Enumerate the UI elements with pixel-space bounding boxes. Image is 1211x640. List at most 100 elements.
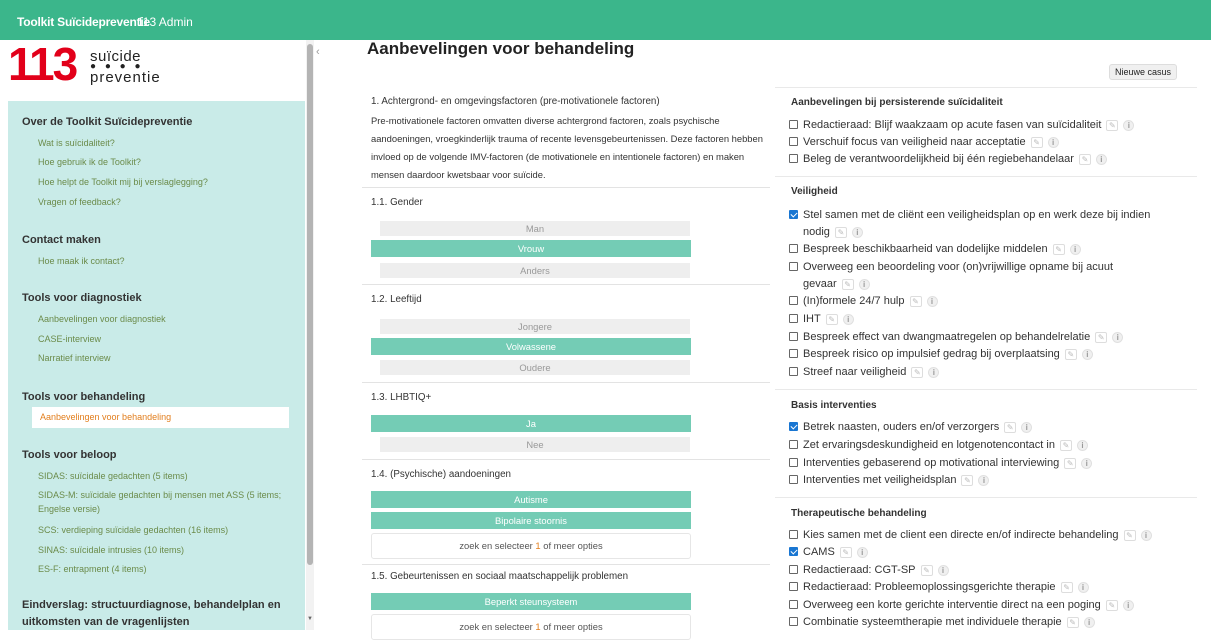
rec-item[interactable]: Bespreek risico op impulsief gedrag bij … [789,346,1184,362]
info-icon[interactable]: i [978,475,990,486]
edit-icon[interactable]: ✎ [841,279,854,290]
checkbox[interactable] [789,458,798,467]
edit-icon[interactable]: ✎ [1060,582,1073,593]
checkbox[interactable] [789,582,798,591]
conditions-search-input[interactable]: zoek en selecteer 1 of meer opties [371,533,691,559]
checkbox[interactable] [789,154,798,163]
checkbox[interactable] [789,367,798,376]
checkbox-checked[interactable] [789,422,798,431]
nav-section-about[interactable]: Over de Toolkit Suïcidepreventie [22,116,192,128]
gender-option-man[interactable]: Man [380,221,690,236]
edit-icon[interactable]: ✎ [1064,349,1077,360]
nav-item-case-interview[interactable]: CASE-interview [38,334,101,344]
edit-icon[interactable]: ✎ [1059,440,1072,451]
rec-item[interactable]: Interventies met veiligheidsplan ✎ i [789,472,1184,488]
age-option-oudere[interactable]: Oudere [380,360,690,375]
info-icon[interactable]: i [1112,332,1124,343]
checkbox[interactable] [789,244,798,253]
rec-item[interactable]: Verschuif focus van veiligheid naar acce… [789,134,1184,150]
checkbox[interactable] [789,475,798,484]
rec-item[interactable]: Zet ervaringsdeskundigheid en lotgenoten… [789,437,1184,453]
rec-item[interactable]: Betrek naasten, ouders en/of verzorgers ✎… [789,419,1184,435]
edit-icon[interactable]: ✎ [839,547,852,558]
info-icon[interactable]: i [856,547,868,558]
gender-option-vrouw[interactable]: Vrouw [371,240,691,257]
nav-item-es-f[interactable]: ES-F: entrapment (4 items) [38,564,147,574]
info-icon[interactable]: i [1081,349,1093,360]
edit-icon[interactable]: ✎ [1105,600,1118,611]
rec-item[interactable]: Combinatie systeemtherapie met individue… [789,614,1184,630]
sidebar-scrollbar[interactable]: ▼ [306,40,314,630]
info-icon[interactable]: i [1081,458,1093,469]
age-option-volwassene[interactable]: Volwassene [371,338,691,355]
checkbox[interactable] [789,530,798,539]
edit-icon[interactable]: ✎ [1078,154,1091,165]
nav-item-diag-recommendations[interactable]: Aanbevelingen voor diagnostiek [38,314,166,324]
lhbtiq-option-nee[interactable]: Nee [380,437,690,452]
scroll-down-icon[interactable]: ▼ [306,616,314,622]
info-icon[interactable]: i [1077,582,1089,593]
nav-item-reporting-help[interactable]: Hoe helpt de Toolkit mij bij verslaglegg… [38,177,208,187]
admin-link[interactable]: 113 Admin [137,15,193,29]
info-icon[interactable]: i [1021,422,1033,433]
rec-item[interactable]: (In)formele 24/7 hulp ✎ i [789,293,1184,309]
nav-section-contact[interactable]: Contact maken [22,234,101,246]
edit-icon[interactable]: ✎ [1066,617,1079,628]
info-icon[interactable]: i [858,279,870,290]
nav-item-sidas[interactable]: SIDAS: suïcidale gedachten (5 items) [38,471,188,481]
lhbtiq-option-ja[interactable]: Ja [371,415,691,432]
scrollbar-thumb[interactable] [307,44,313,565]
nav-item-what-is-suicidality[interactable]: Wat is suïcidaliteit? [38,138,115,148]
rec-item[interactable]: Kies samen met de client een directe en/… [789,527,1184,543]
checkbox-checked[interactable] [789,210,798,219]
rec-item[interactable]: Interventies gebaserend op motivational … [789,455,1184,471]
edit-icon[interactable]: ✎ [961,475,974,486]
checkbox[interactable] [789,137,798,146]
checkbox[interactable] [789,262,798,271]
condition-tag-bipolar[interactable]: Bipolaire stoornis [371,512,691,529]
info-icon[interactable]: i [1069,244,1081,255]
rec-item[interactable]: Redactieraad: CGT-SP ✎ i [789,562,1184,578]
age-option-jongere[interactable]: Jongere [380,319,690,334]
rec-item-continued[interactable]: nodig ✎ i [789,224,1184,240]
edit-icon[interactable]: ✎ [1123,530,1136,541]
info-icon[interactable]: i [926,296,938,307]
edit-icon[interactable]: ✎ [1030,137,1043,148]
rec-item[interactable]: Overweeg een beoordeling voor (on)vrijwi… [789,259,1184,275]
checkbox[interactable] [789,565,798,574]
rec-item[interactable]: Redactieraad: Blijf waakzaam op acute fa… [789,117,1184,133]
nav-item-how-to-use[interactable]: Hoe gebruik ik de Toolkit? [38,157,141,167]
nav-section-final-report[interactable]: Eindverslag: structuurdiagnose, behandel… [22,597,282,630]
gender-option-anders[interactable]: Anders [380,263,690,278]
nav-item-feedback[interactable]: Vragen of feedback? [38,197,121,207]
info-icon[interactable]: i [1123,120,1135,131]
checkbox[interactable] [789,440,798,449]
rec-item-continued[interactable]: gevaar ✎ i [789,276,1184,292]
rec-item[interactable]: CAMS ✎ i [789,544,1184,560]
rec-item[interactable]: Stel samen met de cliënt een veiligheids… [789,207,1184,223]
info-icon[interactable]: i [937,565,949,576]
checkbox[interactable] [789,600,798,609]
info-icon[interactable]: i [851,227,863,238]
edit-icon[interactable]: ✎ [1004,422,1017,433]
info-icon[interactable]: i [928,367,940,378]
nav-item-sidas-m[interactable]: SIDAS-M: suïcidale gedachten bij mensen … [38,488,288,516]
logo[interactable]: 113 suïcide ● ● ● ● preventie [8,39,208,89]
new-case-button[interactable]: Nieuwe casus [1109,64,1178,80]
edit-icon[interactable]: ✎ [911,367,924,378]
app-title[interactable]: Toolkit Suïcidepreventie [17,15,150,29]
edit-icon[interactable]: ✎ [920,565,933,576]
nav-item-narrative-interview[interactable]: Narratief interview [38,353,111,363]
checkbox-checked[interactable] [789,547,798,556]
condition-tag-autisme[interactable]: Autisme [371,491,691,508]
rec-item[interactable]: Redactieraad: Probleemoplossingsgerichte… [789,579,1184,595]
info-icon[interactable]: i [1122,600,1134,611]
events-search-input[interactable]: zoek en selecteer 1 of meer opties [371,614,691,640]
nav-item-scs[interactable]: SCS: verdieping suïcidale gedachten (16 … [38,525,228,535]
nav-section-course[interactable]: Tools voor beloop [22,449,117,461]
checkbox[interactable] [789,617,798,626]
event-tag-limited-support[interactable]: Beperkt steunsysteem [371,593,691,610]
nav-item-treatment-recommendations[interactable]: Aanbevelingen voor behandeling [32,407,289,428]
nav-item-sinas[interactable]: SINAS: suïcidale intrusies (10 items) [38,545,184,555]
rec-item[interactable]: Streef naar veiligheid ✎ i [789,364,1184,380]
